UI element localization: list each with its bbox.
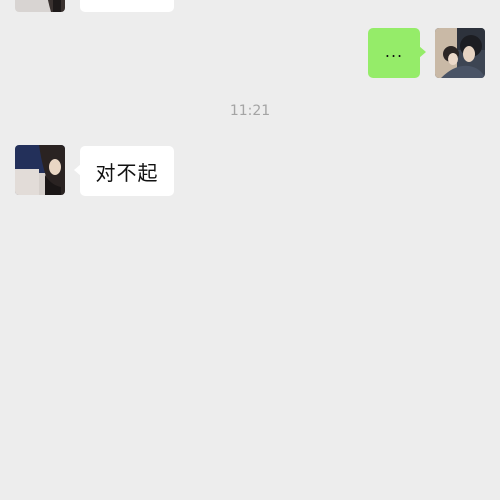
other-avatar[interactable] — [15, 0, 65, 12]
my-avatar[interactable] — [435, 28, 485, 78]
bubble-tail — [419, 46, 426, 58]
message-bubble[interactable] — [80, 0, 174, 12]
avatar-photo-icon — [15, 145, 65, 195]
chat-window: ... 11:21 对不起 — [0, 0, 500, 500]
message-bubble[interactable]: 对不起 — [74, 146, 174, 196]
message-text: 对不起 — [95, 160, 159, 185]
bubble-tail — [74, 164, 81, 176]
avatar-photo-icon — [435, 28, 485, 78]
message-bubble[interactable]: ... — [368, 28, 426, 78]
message-text: ... — [384, 41, 404, 61]
other-avatar[interactable] — [15, 145, 65, 195]
avatar-photo-icon — [15, 0, 65, 12]
message-timestamp: 11:21 — [229, 103, 271, 119]
